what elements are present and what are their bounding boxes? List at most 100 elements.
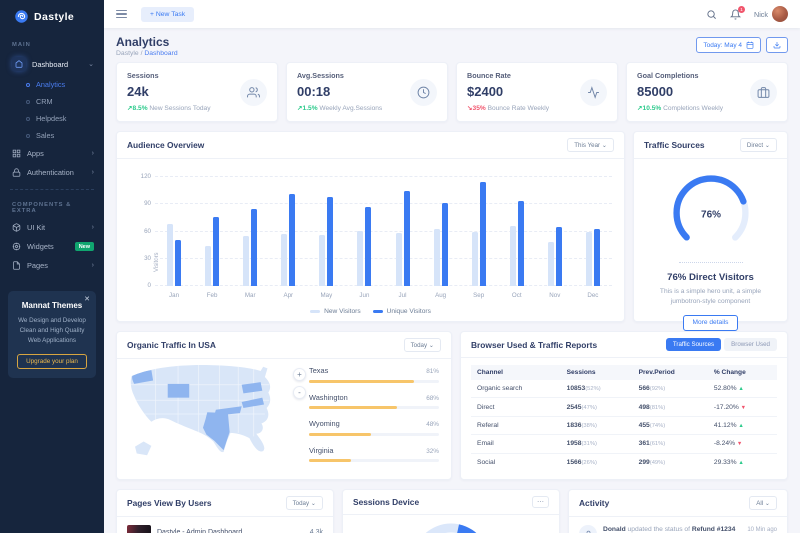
- bar-new-visitors: [167, 224, 173, 286]
- sidebar-subitem-label: CRM: [36, 97, 53, 106]
- activity-row[interactable]: Donald updated the status of Refund #123…: [569, 517, 787, 533]
- bar-group: Sep: [460, 177, 498, 286]
- sessions-device-donut: [409, 520, 493, 533]
- notifications-button[interactable]: 1: [730, 9, 741, 20]
- audience-filter-dropdown[interactable]: This Year ⌄: [567, 138, 614, 152]
- page-view-row[interactable]: Dastyle - Admin Dashboard 4.3k: [117, 517, 333, 533]
- date-range-button[interactable]: Today: May 4: [696, 37, 761, 53]
- table-row[interactable]: Email1958(31%)361(61%)-8.24% ▼: [471, 435, 777, 453]
- activity-text: Donald updated the status of Refund #123…: [603, 525, 741, 533]
- legend-item[interactable]: New Visitors: [310, 308, 361, 315]
- activity-icon: [580, 79, 607, 106]
- sidebar-item-widgets[interactable]: Widgets New: [0, 237, 104, 256]
- card-title: Traffic Sources: [644, 140, 705, 150]
- usa-map[interactable]: [123, 358, 295, 470]
- sidebar-item-ui-kit[interactable]: UI Kit ›: [0, 218, 104, 237]
- bullet-icon: [26, 83, 30, 87]
- stat-value: $2400: [467, 84, 580, 99]
- progress-fill: [309, 406, 397, 409]
- legend-item[interactable]: Unique Visitors: [373, 308, 431, 315]
- bar-new-visitors: [319, 235, 325, 286]
- channel-cell[interactable]: Organic search: [471, 380, 561, 398]
- bar-unique-visitors: [594, 229, 600, 286]
- user-name: Nick: [754, 10, 768, 19]
- users-icon: [240, 79, 267, 106]
- bar-group: Jan: [155, 177, 193, 286]
- download-report-button[interactable]: [766, 37, 788, 53]
- channel-cell[interactable]: Direct: [471, 398, 561, 416]
- tab-traffic-sources[interactable]: Traffic Sources: [666, 338, 721, 351]
- bar-new-visitors: [510, 226, 516, 286]
- table-row[interactable]: Organic search10853(52%)566(92%)52.80% ▲: [471, 380, 777, 398]
- state-percent: 32%: [426, 448, 439, 455]
- organic-filter-dropdown[interactable]: Today ⌄: [404, 338, 441, 352]
- audience-overview-card: Audience Overview This Year ⌄ Visitors 0…: [116, 131, 625, 322]
- bullet-icon: [26, 134, 30, 138]
- user-menu[interactable]: Nick: [754, 6, 788, 22]
- sidebar-item-dashboard[interactable]: Dashboard ⌄: [0, 52, 104, 76]
- channel-cell[interactable]: Email: [471, 435, 561, 453]
- brand-logo[interactable]: Dastyle: [0, 0, 104, 32]
- bar-group: Nov: [536, 177, 574, 286]
- file-icon: [12, 261, 21, 270]
- sidebar-item-label: Widgets: [27, 242, 69, 251]
- traffic-filter-dropdown[interactable]: Direct ⌄: [740, 138, 777, 152]
- map-zoom-in-button[interactable]: +: [293, 368, 306, 381]
- state-percent: 48%: [426, 421, 439, 428]
- channel-cell[interactable]: Social: [471, 453, 561, 471]
- bullet-icon: [26, 117, 30, 121]
- table-row[interactable]: Direct2545(47%)498(81%)-17.20% ▼: [471, 398, 777, 416]
- breadcrumb-root[interactable]: Dastyle: [116, 50, 139, 57]
- menu-toggle-icon[interactable]: [116, 10, 127, 19]
- table-row[interactable]: Social1566(26%)299(49%)29.33% ▲: [471, 453, 777, 471]
- bar-unique-visitors: [251, 209, 257, 286]
- more-details-button[interactable]: More details: [683, 315, 739, 331]
- sidebar-item-helpdesk[interactable]: Helpdesk: [0, 110, 104, 127]
- sidebar-item-authentication[interactable]: Authentication ›: [0, 163, 104, 182]
- close-icon[interactable]: ✕: [84, 295, 90, 303]
- organic-traffic-card: Organic Traffic In USA Today ⌄: [116, 331, 452, 480]
- sidebar-divider: [10, 189, 94, 190]
- x-tick-label: Mar: [245, 292, 256, 299]
- sidebar-item-apps[interactable]: Apps ›: [0, 144, 104, 163]
- traffic-gauge: 76%: [634, 159, 787, 266]
- state-name: Virginia: [309, 446, 334, 455]
- stat-delta: ↗10.5%: [637, 105, 661, 112]
- upgrade-plan-button[interactable]: Upgrade your plan: [17, 354, 87, 369]
- new-task-button[interactable]: + New Task: [141, 7, 194, 22]
- progress-fill: [309, 459, 351, 462]
- trend-down-icon: ▼: [741, 405, 746, 411]
- bar-new-visitors: [472, 232, 478, 287]
- sidebar-item-pages[interactable]: Pages ›: [0, 256, 104, 275]
- stat-card-sessions: Sessions 24k ↗8.5% New Sessions Today: [116, 62, 278, 122]
- sidebar-item-label: Apps: [27, 149, 86, 158]
- tab-browser-used[interactable]: Browser Used: [724, 338, 777, 351]
- chart-legend: New Visitors Unique Visitors: [117, 308, 624, 315]
- sidebar-item-crm[interactable]: CRM: [0, 93, 104, 110]
- sidebar-subitem-label: Analytics: [36, 80, 65, 89]
- card-menu-button[interactable]: ⋯: [532, 496, 549, 508]
- stat-label: Bounce Rate: [467, 71, 580, 80]
- bar-unique-visitors: [213, 217, 219, 286]
- x-tick-label: Apr: [283, 292, 293, 299]
- sidebar-item-sales[interactable]: Sales: [0, 127, 104, 144]
- map-zoom-out-button[interactable]: -: [293, 386, 306, 399]
- traffic-reports-card: Browser Used & Traffic Reports Traffic S…: [460, 331, 788, 480]
- stat-value: 00:18: [297, 84, 410, 99]
- new-badge: New: [75, 242, 94, 251]
- y-tick-label: 30: [127, 255, 151, 262]
- table-row[interactable]: Referal1836(38%)455(74%)41.12% ▲: [471, 416, 777, 434]
- x-tick-label: Aug: [435, 292, 446, 299]
- card-title: Pages View By Users: [127, 498, 212, 508]
- channel-cell[interactable]: Referal: [471, 416, 561, 434]
- sidebar-item-analytics[interactable]: Analytics: [0, 76, 104, 93]
- stat-label: Goal Completions: [637, 71, 750, 80]
- dashboard-app: Dastyle MAIN Dashboard ⌄ Analytics CRM H…: [0, 0, 800, 533]
- promo-title: Mannat Themes: [15, 301, 89, 310]
- report-tabs: Traffic SourcesBrowser Used: [666, 338, 777, 351]
- search-icon[interactable]: [706, 9, 717, 20]
- chevron-right-icon: ›: [92, 224, 94, 231]
- bar-unique-visitors: [518, 201, 524, 286]
- activity-filter-dropdown[interactable]: All ⌄: [749, 496, 777, 510]
- pages-filter-dropdown[interactable]: Today ⌄: [286, 496, 323, 510]
